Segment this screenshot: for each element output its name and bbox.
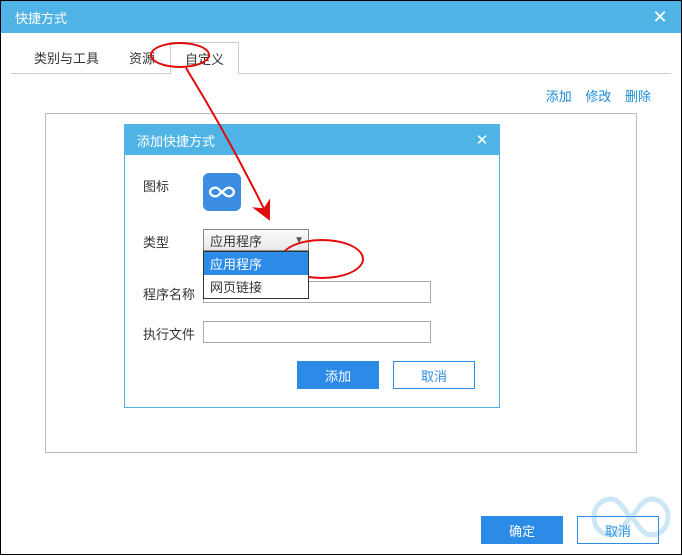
dialog-title: 添加快捷方式 [137,131,215,150]
action-edit[interactable]: 修改 [585,89,611,104]
dialog-close-button[interactable]: ✕ [465,131,499,149]
tab-resources[interactable]: 资源 [114,41,170,73]
footer-buttons: 确定 取消 [481,516,659,544]
add-shortcut-dialog: 添加快捷方式 ✕ 图标 类型 应用程序 [124,124,500,408]
type-combobox[interactable]: 应用程序 ▼ [203,229,309,251]
infinity-icon [209,179,235,205]
tab-categories-tools[interactable]: 类别与工具 [19,41,114,73]
action-delete[interactable]: 删除 [625,89,651,104]
dialog-add-button[interactable]: 添加 [297,361,379,389]
type-option-app[interactable]: 应用程序 [204,252,308,275]
type-option-weblink[interactable]: 网页链接 [204,275,308,298]
action-bar: 添加 修改 删除 [1,74,681,113]
label-program-name: 程序名称 [143,281,203,303]
type-dropdown: 应用程序 网页链接 [203,251,309,299]
cancel-button[interactable]: 取消 [577,516,659,544]
dialog-title-bar: 添加快捷方式 ✕ [125,125,499,155]
shortcut-icon-preview[interactable] [203,173,241,211]
label-icon: 图标 [143,173,203,195]
type-selected: 应用程序 [210,231,262,250]
label-exec-file: 执行文件 [143,321,203,343]
chevron-down-icon: ▼ [294,235,304,246]
tabs-bar: 类别与工具 资源 自定义 [11,41,671,74]
window-title-bar: 快捷方式 ✕ [1,1,681,33]
ok-button[interactable]: 确定 [481,516,563,544]
window-close-button[interactable]: ✕ [639,1,681,33]
action-add[interactable]: 添加 [546,89,572,104]
window-title: 快捷方式 [15,8,67,27]
content-frame: 添加快捷方式 ✕ 图标 类型 应用程序 [45,113,637,453]
dialog-cancel-button[interactable]: 取消 [393,361,475,389]
exec-file-input[interactable] [203,321,431,343]
label-type: 类型 [143,229,203,251]
tab-custom[interactable]: 自定义 [170,42,239,74]
